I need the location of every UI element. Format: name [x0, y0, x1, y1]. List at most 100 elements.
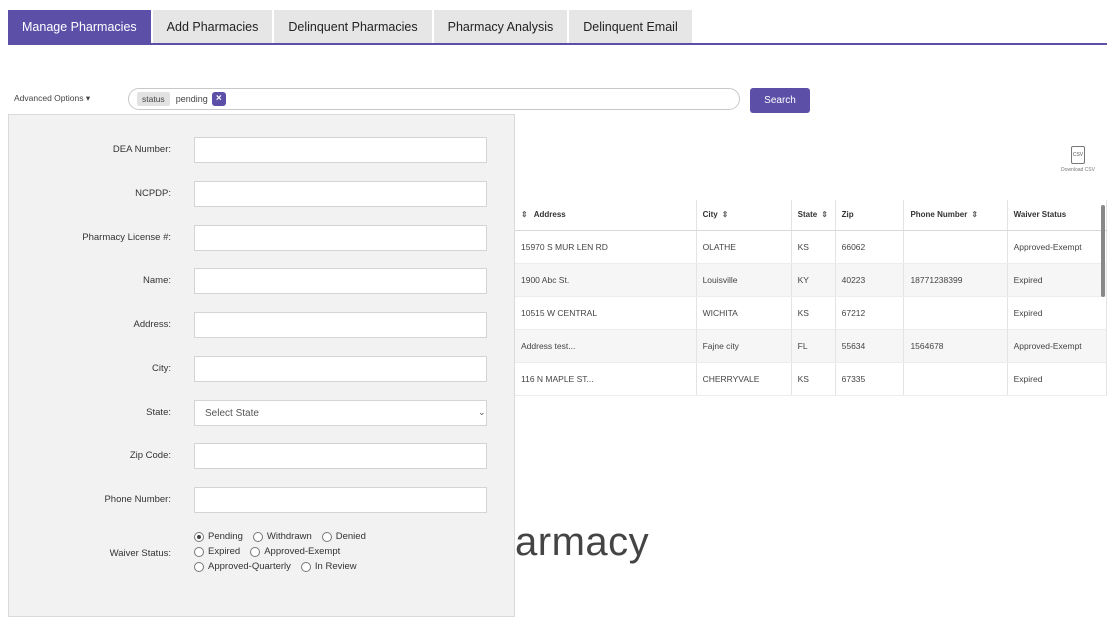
cell-zip: 66062: [835, 230, 905, 264]
download-csv-label: Download CSV: [1061, 167, 1095, 173]
cell-waiver-status: Approved-Exempt: [1007, 230, 1107, 264]
cell-state: KS: [791, 362, 836, 396]
cell-waiver-status: Expired: [1007, 263, 1107, 297]
search-input[interactable]: status pending ×: [128, 88, 740, 110]
table-row[interactable]: 1900 Abc St. Louisville KY 40223 1877123…: [515, 263, 1107, 297]
cell-zip: 40223: [835, 263, 905, 297]
advanced-options-toggle[interactable]: Advanced Options ▾: [14, 93, 90, 104]
sort-icon: ⇕: [721, 210, 729, 220]
cell-waiver-status: Expired: [1007, 296, 1107, 330]
city-row: City:: [9, 356, 516, 384]
cell-city: WICHITA: [696, 296, 792, 330]
csv-file-icon: CSV: [1071, 146, 1085, 164]
column-header-zip[interactable]: Zip: [835, 200, 905, 231]
download-csv-button[interactable]: CSV Download CSV: [1058, 146, 1098, 173]
cell-phone: 18771238399: [903, 263, 1008, 297]
cell-state: FL: [791, 329, 836, 363]
cell-address: 15970 S MUR LEN RD: [515, 230, 697, 264]
column-header-waiver-status[interactable]: Waiver Status: [1007, 200, 1107, 231]
page-title: armacy: [515, 520, 650, 564]
radio-icon: [300, 561, 311, 572]
remove-filter-icon[interactable]: ×: [211, 92, 226, 106]
column-header-city[interactable]: City ⇕: [696, 200, 792, 231]
tab-add-pharmacies[interactable]: Add Pharmacies: [152, 10, 273, 43]
cell-city: Louisville: [696, 263, 792, 297]
tab-delinquent-pharmacies[interactable]: Delinquent Pharmacies: [274, 10, 432, 43]
cell-state: KY: [791, 263, 836, 297]
radio-icon: [321, 531, 332, 542]
radio-expired[interactable]: Expired: [194, 546, 240, 557]
cell-zip: 67212: [835, 296, 905, 330]
cell-address: 116 N MAPLE ST...: [515, 362, 697, 396]
pharmacy-table: ⇕ Address City ⇕ State ⇕ Zip Phone Number ⇕ …: [515, 200, 1107, 428]
zip-code-row: Zip Code:: [9, 443, 516, 471]
cell-address: Address test...: [515, 329, 697, 363]
city-label: City:: [152, 363, 171, 374]
cell-phone: [903, 296, 1008, 330]
address-field[interactable]: [194, 312, 487, 338]
column-header-phone[interactable]: Phone Number ⇕: [903, 200, 1008, 231]
dea-number-row: DEA Number:: [9, 137, 516, 165]
table-row[interactable]: Address test... Fajne city FL 55634 1564…: [515, 329, 1107, 363]
pharmacy-license-field[interactable]: [194, 225, 487, 251]
phone-number-field[interactable]: [194, 487, 487, 513]
table-row[interactable]: 116 N MAPLE ST... CHERRYVALE KS 67335 Ex…: [515, 362, 1107, 396]
search-button[interactable]: Search: [750, 88, 810, 113]
name-row: Name:: [9, 268, 516, 296]
radio-checked-icon: [194, 531, 204, 542]
filter-chip-field: status: [137, 92, 170, 106]
table-row[interactable]: 15970 S MUR LEN RD OLATHE KS 66062 Appro…: [515, 230, 1107, 264]
city-field[interactable]: [194, 356, 487, 382]
radio-icon: [194, 546, 204, 557]
zip-code-field[interactable]: [194, 443, 487, 469]
state-row: State: Select State ⌄: [9, 400, 516, 428]
table-scrollbar[interactable]: [1101, 205, 1105, 297]
name-field[interactable]: [194, 268, 487, 294]
ncpdp-field[interactable]: [194, 181, 487, 207]
radio-approved-exempt[interactable]: Approved-Exempt: [250, 546, 340, 557]
pharmacy-license-row: Pharmacy License #:: [9, 225, 516, 253]
cell-address: 10515 W CENTRAL: [515, 296, 697, 330]
cell-phone: [903, 362, 1008, 396]
address-row: Address:: [9, 312, 516, 340]
tab-pharmacy-analysis[interactable]: Pharmacy Analysis: [433, 10, 568, 43]
column-header-state[interactable]: State ⇕: [791, 200, 836, 231]
cell-phone: [903, 230, 1008, 264]
state-select[interactable]: Select State: [194, 400, 487, 426]
column-header-address[interactable]: ⇕ Address: [515, 200, 697, 231]
tab-delinquent-email[interactable]: Delinquent Email: [569, 10, 692, 43]
cell-phone: 1564678: [903, 329, 1008, 363]
cell-state: KS: [791, 230, 836, 264]
radio-icon: [194, 561, 204, 572]
table-row[interactable]: 10515 W CENTRAL WICHITA KS 67212 Expired: [515, 296, 1107, 330]
phone-number-label: Phone Number:: [104, 494, 171, 505]
cell-address: 1900 Abc St.: [515, 263, 697, 297]
radio-denied[interactable]: Denied: [321, 531, 366, 542]
radio-icon: [250, 546, 261, 557]
advanced-options-label: Advanced Options: [14, 93, 84, 103]
sort-icon: ⇕: [971, 210, 979, 220]
address-label: Address:: [133, 319, 172, 330]
table-header-row: ⇕ Address City ⇕ State ⇕ Zip Phone Number ⇕ …: [515, 200, 1107, 231]
advanced-options-panel: DEA Number: NCPDP: Pharmacy License #: N…: [8, 114, 515, 617]
cell-city: CHERRYVALE: [696, 362, 792, 396]
waiver-status-label: Waiver Status:: [109, 548, 171, 559]
radio-in-review[interactable]: In Review: [300, 561, 357, 572]
phone-number-row: Phone Number:: [9, 487, 516, 515]
ncpdp-label: NCPDP:: [135, 188, 171, 199]
dea-number-label: DEA Number:: [112, 144, 171, 155]
radio-pending[interactable]: Pending: [194, 531, 243, 542]
cell-city: Fajne city: [696, 329, 792, 363]
radio-approved-quarterly[interactable]: Approved-Quarterly: [194, 561, 291, 572]
tab-manage-pharmacies[interactable]: Manage Pharmacies: [8, 10, 151, 43]
waiver-status-radio-group: Pending Withdrawn Denied Expired Approve…: [194, 529, 494, 574]
sort-icon: ⇕: [521, 210, 528, 220]
state-label: State:: [146, 407, 171, 418]
zip-code-label: Zip Code:: [129, 450, 171, 461]
waiver-status-row: Waiver Status: Pending Withdrawn Denied …: [9, 529, 516, 583]
radio-withdrawn[interactable]: Withdrawn: [252, 531, 312, 542]
dea-number-field[interactable]: [194, 137, 487, 163]
pharmacy-license-label: Pharmacy License #:: [82, 232, 171, 243]
cell-zip: 67335: [835, 362, 905, 396]
filter-chip-value: pending: [175, 94, 208, 104]
